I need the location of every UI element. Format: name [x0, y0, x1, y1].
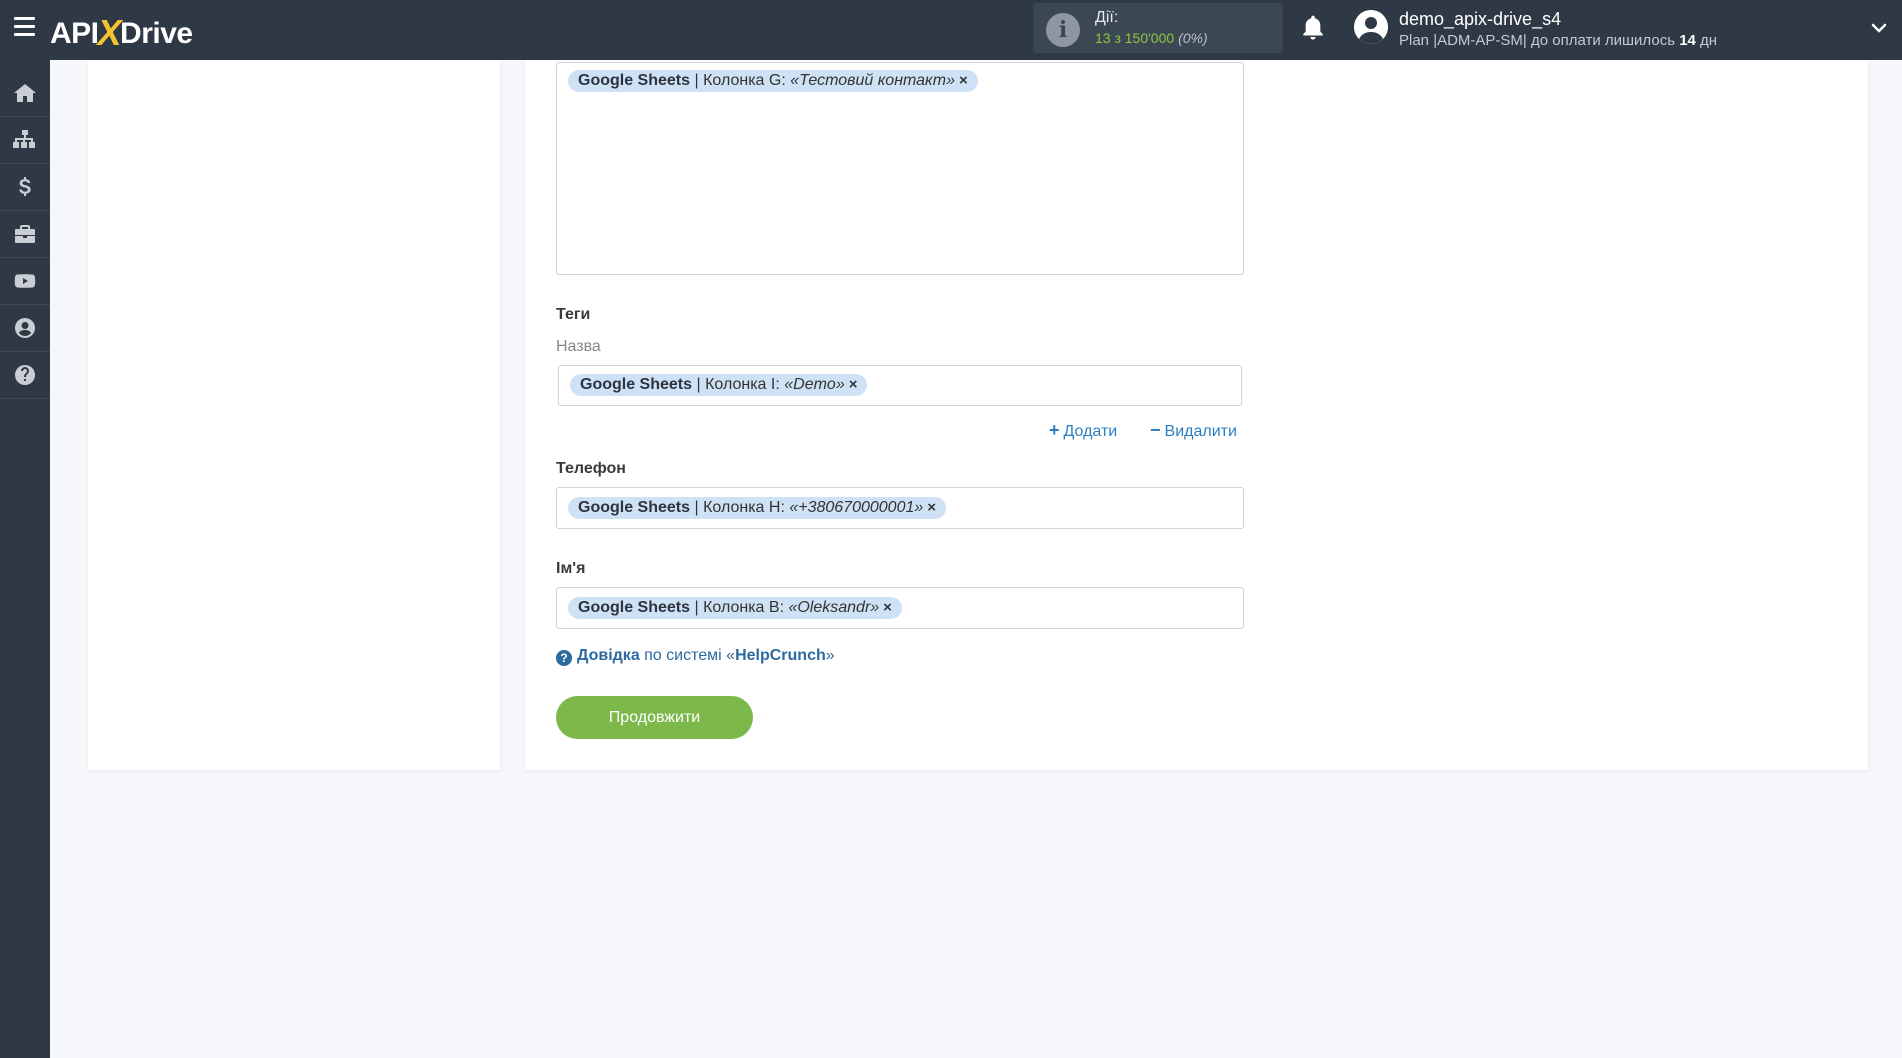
help-link: ? Довідка по системі «HelpCrunch» [556, 647, 835, 666]
sidebar-item-video[interactable] [0, 258, 50, 305]
phone-field[interactable]: Google Sheets | Колонка H: «+38067000000… [556, 487, 1244, 529]
sidebar-item-connections[interactable] [0, 117, 50, 164]
remove-tag-button[interactable]: × [927, 499, 936, 516]
sidebar-item-account[interactable] [0, 305, 50, 352]
sidebar-item-billing[interactable] [0, 164, 50, 211]
helpcrunch-link[interactable]: HelpCrunch [735, 647, 826, 664]
sidebar-item-home[interactable] [0, 70, 50, 117]
sidebar-item-tools[interactable] [0, 211, 50, 258]
sitemap-icon [13, 130, 35, 148]
main-panel: Google Sheets | Колонка G: «Тестовий кон… [525, 60, 1868, 770]
briefcase-icon [15, 225, 35, 243]
phone-label: Телефон [556, 460, 626, 477]
actions-count: 13 з 150'000 (0%) [1095, 30, 1208, 46]
actions-counter: i Дії: 13 з 150'000 (0%) [1033, 3, 1283, 53]
left-panel [88, 60, 500, 770]
youtube-icon [14, 274, 36, 288]
top-bar: APIXDrive i Дії: 13 з 150'000 (0%) demo_… [0, 0, 1902, 60]
tags-name-field[interactable]: Google Sheets | Колонка I: «Demo» × [558, 365, 1242, 406]
user-plan: Plan |ADM-AP-SM| до оплати лишилось 14 д… [1399, 32, 1718, 49]
bell-icon[interactable] [1300, 14, 1326, 42]
remove-tag-button[interactable]: × [959, 72, 968, 89]
remove-button[interactable]: − Видалити [1150, 420, 1237, 441]
field-tag: Google Sheets | Колонка G: «Тестовий кон… [568, 70, 978, 92]
menu-icon[interactable] [14, 17, 35, 37]
field-tag: Google Sheets | Колонка I: «Demo» × [570, 374, 868, 396]
info-icon: i [1046, 13, 1080, 47]
help-link-text[interactable]: Довідка [577, 647, 640, 664]
field-tag: Google Sheets | Колонка H: «+38067000000… [568, 497, 947, 519]
question-icon: ? [556, 650, 572, 666]
name-field[interactable]: Google Sheets | Колонка B: «Oleksandr» × [556, 587, 1244, 629]
question-icon [15, 365, 35, 385]
tags-label: Теги [556, 306, 591, 323]
avatar[interactable] [1354, 10, 1388, 44]
actions-label: Дії: [1095, 9, 1119, 26]
continue-button[interactable]: Продовжити [556, 696, 753, 739]
user-circle-icon [15, 318, 35, 338]
remove-tag-button[interactable]: × [849, 376, 858, 393]
dollar-icon [19, 177, 31, 196]
chevron-down-icon[interactable] [1871, 20, 1887, 36]
home-icon [14, 84, 36, 102]
minus-icon: − [1150, 420, 1161, 440]
sidebar-item-help[interactable] [0, 352, 50, 399]
plus-icon: + [1049, 420, 1060, 440]
remove-tag-button[interactable]: × [883, 599, 892, 616]
add-button[interactable]: + Додати [1049, 420, 1117, 441]
field-tag: Google Sheets | Колонка B: «Oleksandr» × [568, 597, 902, 619]
description-field[interactable]: Google Sheets | Колонка G: «Тестовий кон… [556, 62, 1244, 275]
tags-sublabel: Назва [556, 338, 601, 355]
name-label: Ім'я [556, 560, 586, 577]
user-name[interactable]: demo_apix-drive_s4 [1399, 9, 1561, 30]
sidebar [0, 60, 50, 1058]
logo[interactable]: APIXDrive [50, 10, 193, 53]
